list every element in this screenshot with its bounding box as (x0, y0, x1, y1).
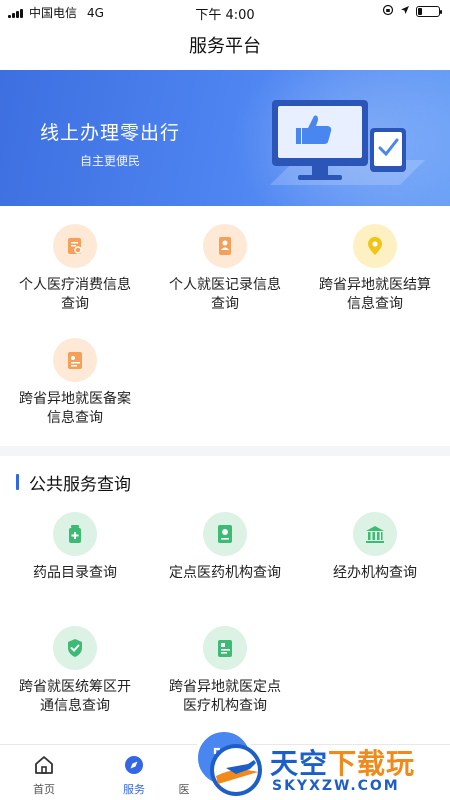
shield-check-icon (53, 626, 97, 670)
service-label-line2: 查询 (61, 296, 89, 312)
service-medical-record[interactable]: 个人就医记录信息 查询 (150, 224, 300, 314)
receipt-search-icon (53, 224, 97, 268)
compass-icon (104, 753, 164, 777)
public-cross-province-region[interactable]: 跨省就医统筹区开 通信息查询 (0, 626, 150, 716)
service-medical-consumption[interactable]: 个人医疗消费信息 查询 (0, 224, 150, 314)
banner-title: 线上办理零出行 (40, 122, 181, 144)
service-label-line1: 个人就医记录信息 (169, 277, 281, 293)
tab-home[interactable]: 首页 (14, 753, 74, 797)
location-arrow-icon (400, 5, 410, 18)
tab-services[interactable]: 服务 (104, 753, 164, 797)
service-label-line1: 个人医疗消费信息 (19, 277, 131, 293)
public-label-line2: 医疗机构查询 (183, 698, 267, 714)
public-designated-institutions[interactable]: 定点医药机构查询 (150, 512, 300, 583)
service-cross-province-settlement[interactable]: 跨省异地就医结算 信息查询 (300, 224, 450, 314)
tab-label: 服务 (123, 783, 145, 796)
section-accent-bar (16, 474, 19, 490)
home-icon (14, 753, 74, 777)
watermark-text-accent: 下载玩 (328, 747, 416, 780)
section-title: 公共服务查询 (16, 470, 131, 495)
site-watermark: 天空下载玩 SKYXZW.COM (208, 740, 450, 800)
public-label-line1: 跨省就医统筹区开 (19, 679, 131, 695)
promo-banner[interactable]: 线上办理零出行 自主更便民 (0, 70, 450, 206)
service-label-line2: 信息查询 (47, 410, 103, 426)
hospital-document-icon (203, 626, 247, 670)
watermark-text-main: 天空 (270, 747, 329, 780)
status-bar: 中国电信 4G 下午 4:00 (0, 0, 450, 24)
medicine-bottle-icon (53, 512, 97, 556)
airplane-logo-icon (210, 744, 262, 796)
location-pin-icon (353, 224, 397, 268)
computer-thumbs-up-illustration (270, 100, 425, 185)
public-label-line1: 跨省异地就医定点 (169, 679, 281, 695)
watermark-url: SKYXZW.COM (272, 778, 400, 794)
service-label-line2: 查询 (211, 296, 239, 312)
service-label-line1: 跨省异地就医结算 (319, 277, 431, 293)
public-label-line2: 通信息查询 (40, 698, 110, 714)
public-cross-province-hospitals[interactable]: 跨省异地就医定点 医疗机构查询 (150, 626, 300, 716)
public-label-line1: 药品目录查询 (33, 565, 117, 581)
page-title: 服务平台 (189, 36, 261, 57)
section-title-text: 公共服务查询 (29, 474, 131, 495)
public-drug-catalog[interactable]: 药品目录查询 (0, 512, 150, 583)
public-label-line1: 定点医药机构查询 (169, 565, 281, 581)
service-label-line1: 跨省异地就医备案 (19, 391, 131, 407)
person-record-icon (203, 224, 247, 268)
tab-label: 首页 (33, 783, 55, 796)
banner-subtitle: 自主更便民 (80, 154, 141, 168)
service-label-line2: 信息查询 (347, 296, 403, 312)
public-label-line1: 经办机构查询 (333, 565, 417, 581)
rotation-lock-icon (382, 4, 394, 19)
section-divider (0, 446, 450, 456)
battery-icon (416, 6, 442, 17)
service-cross-province-filing[interactable]: 跨省异地就医备案 信息查询 (0, 338, 150, 428)
government-building-icon (353, 512, 397, 556)
map-marker-icon (203, 512, 247, 556)
tab-label: 医 (178, 783, 190, 796)
filing-record-icon (53, 338, 97, 382)
public-agency-query[interactable]: 经办机构查询 (300, 512, 450, 583)
